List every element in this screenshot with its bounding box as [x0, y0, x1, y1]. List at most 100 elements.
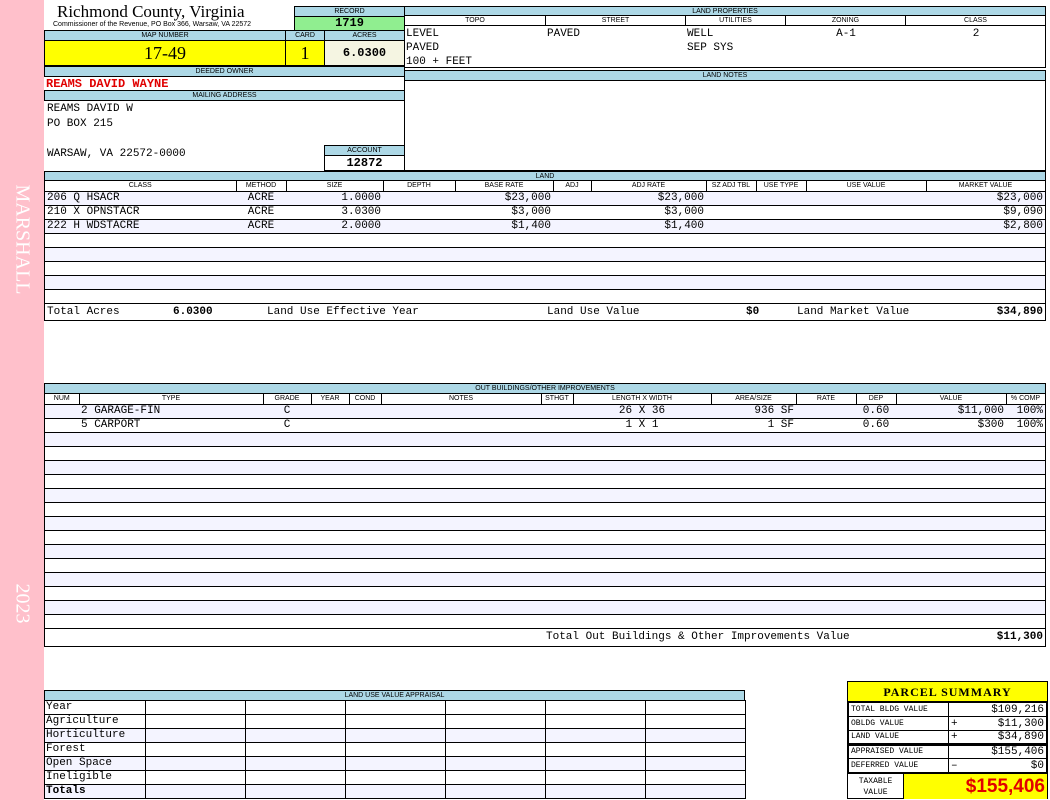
land-use-cell[interactable]	[345, 742, 446, 757]
land-use-cell[interactable]	[445, 784, 546, 799]
land-use-cell[interactable]	[445, 714, 546, 729]
land-use-cell[interactable]	[145, 784, 246, 799]
outbuilding-row	[45, 516, 1045, 531]
land-table: CLASS METHOD SIZE DEPTH BASE RATE ADJ ADJ RATE…	[44, 180, 1046, 321]
land-notes[interactable]	[404, 80, 1046, 171]
land-use-cell[interactable]	[545, 714, 646, 729]
land-use-cell[interactable]	[145, 742, 246, 757]
land-use-cell[interactable]	[145, 728, 246, 743]
land-use-cell[interactable]	[645, 728, 746, 743]
table-cell: 2.0000	[286, 219, 383, 234]
table-cell	[573, 446, 711, 461]
land-use-cell[interactable]	[445, 742, 546, 757]
land-use-cell[interactable]	[645, 784, 746, 799]
land-use-cell[interactable]	[545, 784, 646, 799]
land-use-cell[interactable]	[645, 714, 746, 729]
column-header[interactable]: USE VALUE	[806, 181, 927, 192]
column-header[interactable]: MARKET VALUE	[926, 181, 1046, 192]
land-use-cell[interactable]	[645, 700, 746, 715]
table-cell	[806, 205, 926, 220]
column-header[interactable]: NUM	[45, 394, 80, 405]
land-use-cell[interactable]	[445, 756, 546, 771]
table-cell	[311, 488, 349, 503]
land-use-label: Year	[44, 700, 146, 715]
land-use-cell[interactable]	[245, 714, 346, 729]
outbuilding-row	[45, 614, 1045, 629]
column-header[interactable]: RATE	[796, 394, 857, 405]
table-cell: 222 H WDSTACRE	[45, 219, 236, 234]
table-cell	[711, 600, 796, 615]
table-cell	[79, 600, 263, 615]
column-header[interactable]: VALUE	[896, 394, 1007, 405]
land-use-cell[interactable]	[345, 728, 446, 743]
land-use-cell[interactable]	[445, 770, 546, 785]
land-row	[45, 233, 1045, 248]
land-use-cell[interactable]	[545, 756, 646, 771]
table-cell	[591, 261, 706, 276]
column-header[interactable]: CLASS	[45, 181, 237, 192]
land-use-cell[interactable]	[545, 728, 646, 743]
land-use-cell[interactable]	[545, 770, 646, 785]
column-header[interactable]: SZ ADJ TBL	[706, 181, 757, 192]
land-use-cell[interactable]	[345, 770, 446, 785]
land-use-cell[interactable]	[245, 784, 346, 799]
table-cell	[806, 247, 926, 262]
land-use-cell[interactable]	[345, 784, 446, 799]
column-header[interactable]: ADJ	[553, 181, 592, 192]
column-header[interactable]: LENGTH X WIDTH	[573, 394, 712, 405]
table-cell	[45, 404, 79, 419]
table-cell	[349, 614, 381, 629]
table-cell: 1 X 1	[573, 418, 711, 433]
land-use-cell[interactable]	[245, 756, 346, 771]
outbuildings-header-row: NUM TYPE GRADE YEAR COND NOTES STHGT LENGTH X W…	[45, 394, 1046, 405]
column-header[interactable]: % COMP	[1006, 394, 1046, 405]
column-header[interactable]: DEPTH	[383, 181, 456, 192]
table-cell	[263, 572, 311, 587]
land-use-cell[interactable]	[145, 756, 246, 771]
land-use-cell[interactable]	[645, 742, 746, 757]
land-use-cell[interactable]	[245, 770, 346, 785]
column-header[interactable]: SIZE	[286, 181, 384, 192]
land-use-row: Year	[44, 700, 746, 715]
column-header[interactable]: DEP	[856, 394, 897, 405]
land-use-cell[interactable]	[345, 714, 446, 729]
table-cell	[796, 572, 856, 587]
utility: WELL	[687, 28, 714, 40]
table-cell	[541, 404, 573, 419]
column-header[interactable]: ADJ RATE	[591, 181, 707, 192]
land-use-cell[interactable]	[145, 700, 246, 715]
column-header[interactable]: USE TYPE	[756, 181, 807, 192]
land-use-cell[interactable]	[545, 742, 646, 757]
column-header[interactable]: BASE RATE	[455, 181, 554, 192]
table-cell	[349, 558, 381, 573]
outbuilding-row	[45, 446, 1045, 461]
column-header[interactable]: NOTES	[381, 394, 542, 405]
land-use-cell[interactable]	[545, 700, 646, 715]
summary-value: + $11,300	[948, 716, 1047, 731]
land-use-cell[interactable]	[145, 770, 246, 785]
table-cell	[263, 432, 311, 447]
table-cell	[45, 418, 79, 433]
column-header[interactable]: TYPE	[79, 394, 264, 405]
table-cell: 26 X 36	[573, 404, 711, 419]
land-use-cell[interactable]	[445, 700, 546, 715]
column-header[interactable]: AREA/SIZE	[711, 394, 797, 405]
land-use-cell[interactable]	[245, 742, 346, 757]
taxable-value: $155,406	[904, 774, 1047, 799]
land-use-cell[interactable]	[345, 700, 446, 715]
column-header[interactable]: METHOD	[236, 181, 287, 192]
land-use-cell[interactable]	[245, 728, 346, 743]
table-cell	[381, 600, 541, 615]
land-use-cell[interactable]	[145, 714, 246, 729]
column-header[interactable]: YEAR	[311, 394, 350, 405]
land-use-cell[interactable]	[645, 756, 746, 771]
table-cell	[79, 544, 263, 559]
table-cell	[573, 488, 711, 503]
land-use-cell[interactable]	[345, 756, 446, 771]
land-use-cell[interactable]	[245, 700, 346, 715]
column-header[interactable]: COND	[349, 394, 382, 405]
column-header[interactable]: STHGT	[541, 394, 574, 405]
land-use-cell[interactable]	[645, 770, 746, 785]
land-use-cell[interactable]	[445, 728, 546, 743]
column-header[interactable]: GRADE	[263, 394, 312, 405]
